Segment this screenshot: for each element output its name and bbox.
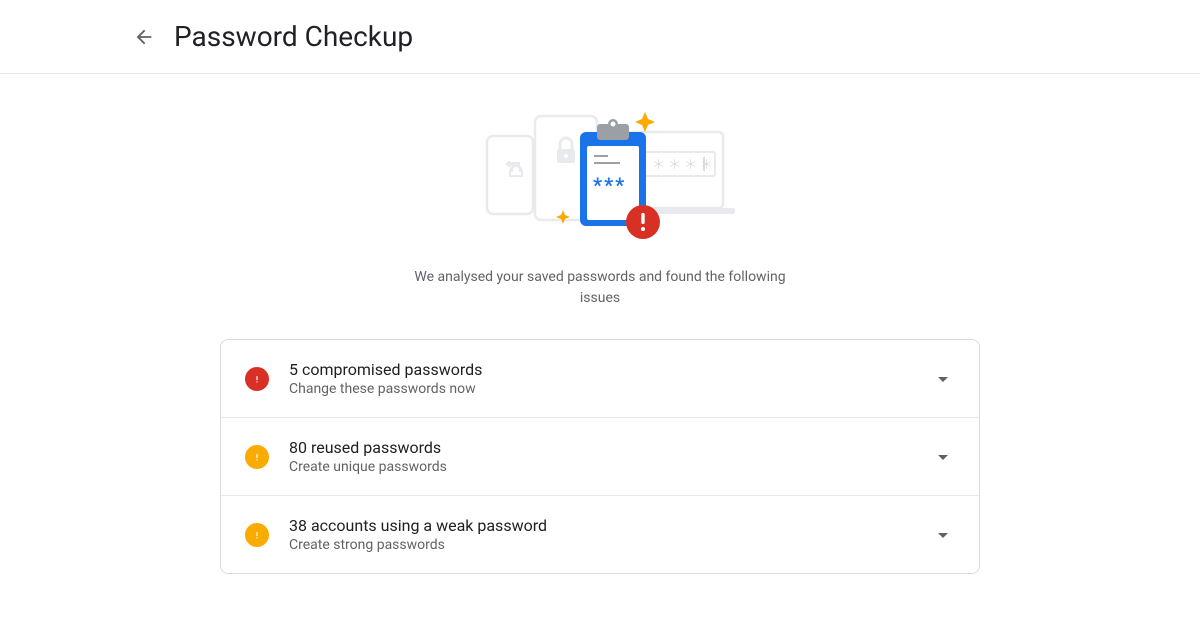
chevron-down-icon (931, 523, 955, 547)
chevron-down-icon (931, 445, 955, 469)
header: Password Checkup (0, 0, 1200, 74)
row-title: 80 reused passwords (289, 438, 911, 457)
row-title: 38 accounts using a weak password (289, 516, 911, 535)
row-title: 5 compromised passwords (289, 360, 911, 379)
warning-icon (245, 445, 269, 469)
alert-icon (245, 367, 269, 391)
row-subtitle: Create unique passwords (289, 459, 911, 475)
back-button[interactable] (132, 25, 156, 49)
row-reused[interactable]: 80 reused passwords Create unique passwo… (221, 418, 979, 496)
row-compromised[interactable]: 5 compromised passwords Change these pas… (221, 340, 979, 418)
row-text: 38 accounts using a weak password Create… (289, 516, 911, 553)
hero-subtitle: We analysed your saved passwords and fou… (410, 267, 790, 309)
warning-icon (245, 523, 269, 547)
svg-text:***: *** (593, 173, 626, 197)
hero-illustration: ＊＊＊＊ *** (220, 94, 980, 249)
hero: ＊＊＊＊ *** We analysed your saved (220, 94, 980, 309)
chevron-down-icon (931, 367, 955, 391)
row-subtitle: Create strong passwords (289, 537, 911, 553)
row-weak[interactable]: 38 accounts using a weak password Create… (221, 496, 979, 573)
page-title: Password Checkup (174, 20, 413, 53)
issues-card: 5 compromised passwords Change these pas… (220, 339, 980, 574)
row-text: 80 reused passwords Create unique passwo… (289, 438, 911, 475)
row-subtitle: Change these passwords now (289, 381, 911, 397)
row-text: 5 compromised passwords Change these pas… (289, 360, 911, 397)
svg-text:＊＊＊＊: ＊＊＊＊ (652, 158, 716, 173)
arrow-left-icon (133, 26, 155, 48)
main-content: ＊＊＊＊ *** We analysed your saved (220, 74, 980, 574)
